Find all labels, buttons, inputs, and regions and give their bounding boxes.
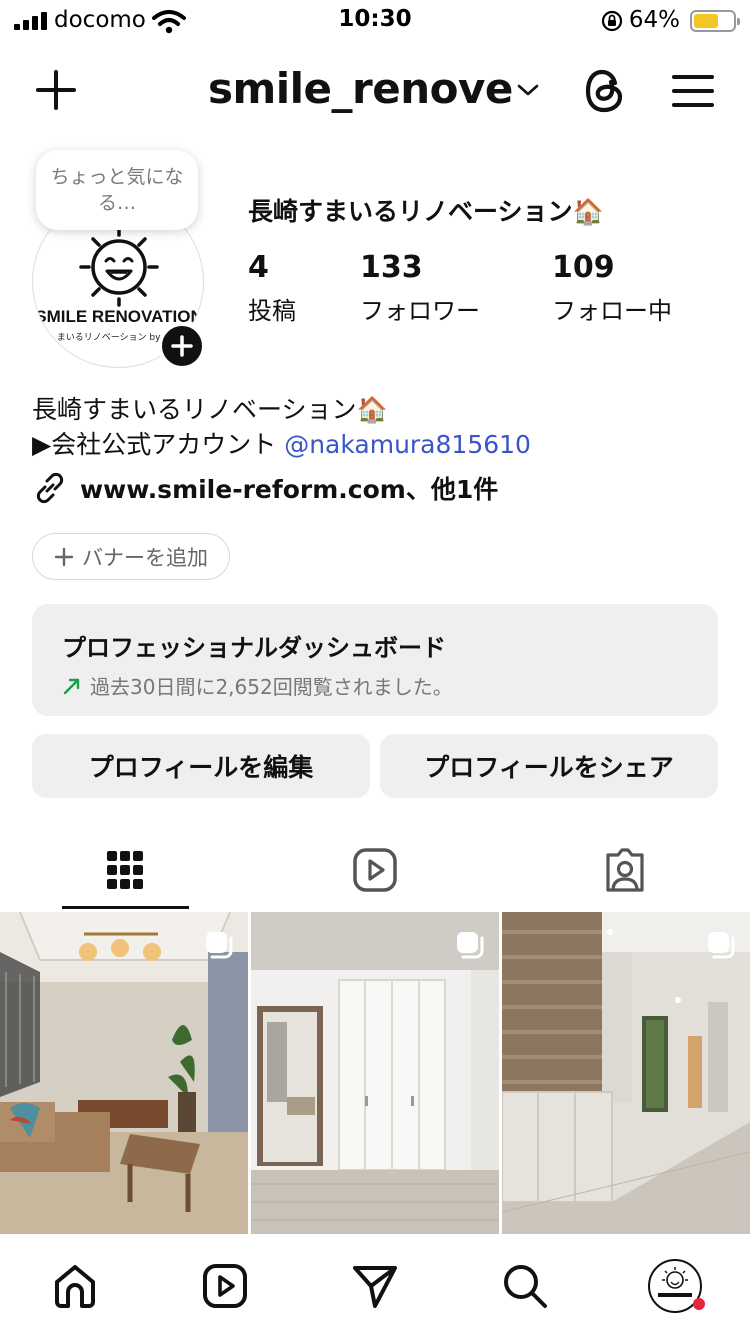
active-tab-indicator (62, 906, 189, 909)
bio-link[interactable]: www.smile-reform.com、他1件 (32, 470, 498, 506)
send-icon (353, 1266, 397, 1308)
battery-percent: 64% (628, 7, 680, 33)
nav-home[interactable] (0, 1256, 150, 1316)
battery-icon (690, 10, 740, 32)
stat-followers[interactable]: 133 フォロワー (360, 250, 480, 326)
posts-count: 4 (248, 250, 269, 285)
bio-line-1: 長崎すまいるリノベーション🏠 (32, 395, 388, 424)
multiple-photos-icon (206, 932, 233, 959)
add-banner-button[interactable]: バナーを追加 (32, 533, 230, 580)
create-button[interactable] (34, 68, 78, 112)
plus-icon (54, 547, 74, 566)
account-username[interactable]: smile_renove (208, 64, 513, 113)
bio-text: ▶会社公式アカウント (32, 430, 285, 459)
stat-following[interactable]: 109 フォロー中 (552, 250, 672, 326)
stat-posts[interactable]: 4 投稿 (248, 250, 296, 326)
chevron-down-icon[interactable] (516, 82, 540, 98)
grid-icon (107, 851, 143, 889)
nav-reels[interactable] (150, 1256, 300, 1316)
add-banner-label: バナーを追加 (82, 545, 208, 570)
trend-up-arrow-icon (63, 678, 80, 694)
add-story-button[interactable] (158, 322, 206, 370)
profile-tabs (0, 830, 750, 910)
notification-dot (693, 1298, 705, 1310)
nav-messages[interactable] (300, 1256, 450, 1316)
orientation-lock-icon (601, 10, 623, 32)
posts-label: 投稿 (248, 297, 296, 325)
following-count: 109 (552, 250, 615, 285)
note-text: ちょっと気になる… (50, 166, 184, 214)
dashboard-subtitle-row: 過去30日間に2,652回閲覧されました。 (62, 671, 688, 700)
post-thumbnail-2[interactable] (251, 912, 499, 1234)
note-bubble[interactable]: ちょっと気になる… (36, 150, 198, 230)
post-thumbnail-1[interactable] (0, 912, 248, 1234)
share-profile-button[interactable]: プロフィールをシェア (380, 734, 718, 798)
plus-icon (171, 335, 193, 357)
smiling-sun-logo (658, 1267, 692, 1297)
display-name: 長崎すまいるリノベーション🏠 (248, 197, 604, 226)
threads-icon (585, 69, 623, 113)
edit-profile-button[interactable]: プロフィールを編集 (32, 734, 370, 798)
followers-label: フォロワー (360, 297, 480, 325)
white-closet-room-photo (251, 912, 499, 1234)
status-bar: docomo 10:30 64% (0, 0, 750, 44)
reels-icon (203, 1264, 247, 1308)
search-icon (504, 1265, 547, 1308)
menu-icon (672, 75, 714, 107)
threads-button[interactable] (580, 66, 630, 116)
following-label: フォロー中 (552, 297, 672, 325)
dashboard-subtitle: 過去30日間に2,652回閲覧されました。 (90, 675, 453, 699)
tab-posts-grid[interactable] (0, 830, 250, 910)
tagged-icon (606, 848, 644, 892)
reels-icon (353, 848, 397, 892)
hallway-photo (502, 912, 750, 1234)
tab-tagged[interactable] (500, 830, 750, 910)
smiling-sun-logo (79, 225, 159, 307)
living-room-photo (0, 912, 248, 1234)
bio-link-text: www.smile-reform.com、他1件 (80, 475, 499, 504)
bio-mention-link[interactable]: @nakamura815610 (284, 430, 531, 459)
dashboard-title: プロフェッショナルダッシュボード (62, 634, 446, 662)
plus-icon (36, 70, 76, 110)
home-icon (55, 1265, 95, 1308)
bottom-navigation (0, 1236, 750, 1334)
link-icon (36, 472, 64, 504)
posts-grid (0, 912, 750, 1234)
nav-profile[interactable] (600, 1256, 750, 1316)
multiple-photos-icon (708, 932, 735, 959)
menu-button[interactable] (670, 68, 716, 114)
followers-count: 133 (360, 250, 423, 285)
nav-search[interactable] (450, 1256, 600, 1316)
multiple-photos-icon (457, 932, 484, 959)
tab-reels[interactable] (250, 830, 500, 910)
professional-dashboard[interactable]: プロフェッショナルダッシュボード 過去30日間に2,652回閲覧されました。 (32, 604, 718, 716)
bio-line-2: ▶会社公式アカウント @nakamura815610 (32, 425, 531, 461)
post-thumbnail-3[interactable] (502, 912, 750, 1234)
